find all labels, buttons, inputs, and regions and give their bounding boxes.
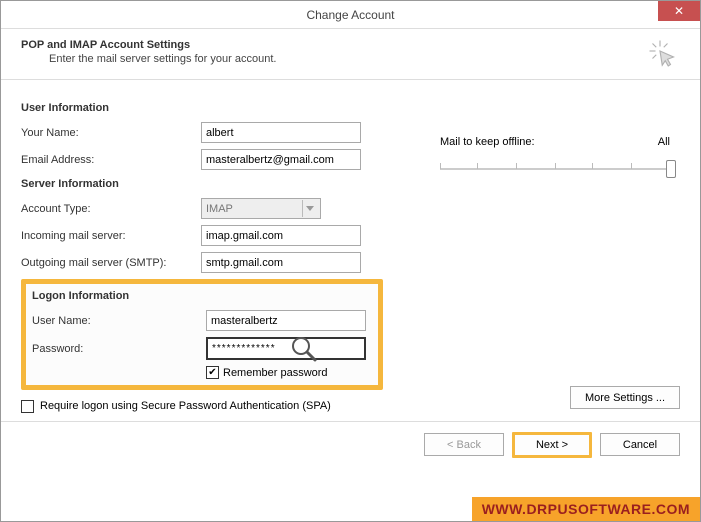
dialog-body: User Information Your Name: Email Addres… <box>1 80 700 421</box>
titlebar: Change Account ✕ <box>1 1 700 29</box>
header: POP and IMAP Account Settings Enter the … <box>1 29 700 80</box>
password-input[interactable] <box>206 337 366 360</box>
remember-password-checkbox[interactable]: ✔ <box>206 366 219 379</box>
label-account-type: Account Type: <box>21 203 201 215</box>
outgoing-server-input[interactable] <box>201 252 361 273</box>
footer: < Back Next > Cancel <box>1 421 700 467</box>
header-subtitle: Enter the mail server settings for your … <box>21 53 680 65</box>
close-icon: ✕ <box>674 4 684 18</box>
offline-panel: Mail to keep offline: All <box>440 136 670 178</box>
email-input[interactable] <box>201 149 361 170</box>
offline-slider[interactable] <box>440 160 670 178</box>
label-mail-offline: Mail to keep offline: <box>440 136 535 148</box>
label-email: Email Address: <box>21 154 201 166</box>
section-server-info: Server Information <box>21 178 680 190</box>
change-account-window: Change Account ✕ POP and IMAP Account Se… <box>0 0 701 522</box>
next-button[interactable]: Next > <box>512 432 592 458</box>
your-name-input[interactable] <box>201 122 361 143</box>
spa-checkbox[interactable] <box>21 400 34 413</box>
label-username: User Name: <box>32 315 206 327</box>
chevron-down-icon <box>302 200 316 217</box>
mail-offline-value: All <box>658 136 670 148</box>
incoming-server-input[interactable] <box>201 225 361 246</box>
section-user-info: User Information <box>21 102 680 114</box>
account-type-value: IMAP <box>206 203 233 215</box>
label-remember: Remember password <box>223 367 328 379</box>
slider-thumb[interactable] <box>666 160 676 178</box>
logon-highlight: Logon Information User Name: Password: ✔… <box>21 279 383 390</box>
cursor-click-icon <box>648 39 678 72</box>
label-password: Password: <box>32 343 206 355</box>
header-title: POP and IMAP Account Settings <box>21 39 680 51</box>
close-button[interactable]: ✕ <box>658 1 700 21</box>
cancel-button[interactable]: Cancel <box>600 433 680 456</box>
label-outgoing: Outgoing mail server (SMTP): <box>21 257 201 269</box>
account-type-select: IMAP <box>201 198 321 219</box>
username-input[interactable] <box>206 310 366 331</box>
watermark: WWW.DRPUSOFTWARE.COM <box>472 497 700 521</box>
section-logon-info: Logon Information <box>32 290 368 302</box>
label-incoming: Incoming mail server: <box>21 230 201 242</box>
label-spa: Require logon using Secure Password Auth… <box>40 400 340 412</box>
more-settings-button[interactable]: More Settings ... <box>570 386 680 409</box>
label-your-name: Your Name: <box>21 127 201 139</box>
window-title: Change Account <box>306 8 394 22</box>
back-button: < Back <box>424 433 504 456</box>
